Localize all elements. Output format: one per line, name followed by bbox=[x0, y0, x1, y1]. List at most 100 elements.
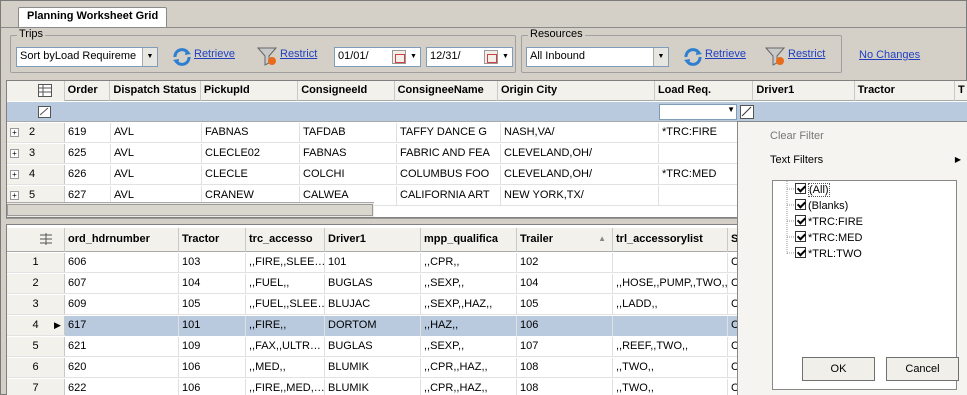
cell-order[interactable]: 625 bbox=[65, 144, 111, 164]
trip-grid-filter-row[interactable]: ▼ bbox=[7, 102, 967, 122]
checkbox-checked[interactable] bbox=[795, 215, 806, 226]
expand-icon[interactable]: + bbox=[10, 128, 19, 137]
chevron-down-icon[interactable]: ▼ bbox=[407, 48, 420, 66]
col-header-trl-accessorylist[interactable]: trl_accessorylist bbox=[613, 228, 728, 252]
cell-trl-accessorylist[interactable]: ,,TWO,, bbox=[613, 379, 728, 395]
cell-trl-accessorylist[interactable]: ,,REEF,,TWO,, bbox=[613, 337, 728, 357]
col-header-t[interactable]: T bbox=[955, 81, 967, 101]
cell-trailer[interactable]: 102 bbox=[517, 253, 613, 273]
expand-icon[interactable]: + bbox=[10, 191, 19, 200]
calendar-icon[interactable] bbox=[484, 50, 498, 64]
clear-filter-icon[interactable] bbox=[38, 106, 51, 118]
menu-item-clear-filter[interactable]: Clear Filter bbox=[738, 125, 967, 149]
trips-retrieve-link[interactable]: Retrieve bbox=[194, 48, 235, 60]
cell-ord-hdrnumber[interactable]: 622 bbox=[65, 379, 179, 395]
cell-consigneename[interactable]: FABRIC AND FEA bbox=[397, 144, 501, 164]
refresh-icon[interactable] bbox=[171, 46, 193, 68]
chevron-down-icon[interactable]: ▼ bbox=[499, 48, 512, 66]
cell-consigneename[interactable]: COLUMBUS FOO bbox=[397, 165, 501, 185]
cell-trl-accessorylist[interactable]: ,,TWO,, bbox=[613, 358, 728, 378]
cell-driver1[interactable]: BUGLAS bbox=[325, 274, 421, 294]
cell-trailer[interactable]: 108 bbox=[517, 358, 613, 378]
cell-mpp-qualifica[interactable]: ,,CPR,,HAZ,, bbox=[421, 379, 517, 395]
chevron-down-icon[interactable]: ▼ bbox=[653, 48, 668, 66]
cell-driver1[interactable]: DORTOM bbox=[325, 316, 421, 336]
filter-operator-icon[interactable] bbox=[740, 105, 754, 119]
table-row[interactable]: + 3 625 AVL CLECLE02 FABNAS FABRIC AND F… bbox=[7, 144, 758, 164]
cell-trl-accessorylist[interactable] bbox=[613, 316, 728, 336]
cell-pickupid[interactable]: CLECLE bbox=[202, 165, 300, 185]
col-header-order[interactable]: Order bbox=[65, 81, 111, 101]
cell-origin-city[interactable]: CLEVELAND,OH/ bbox=[501, 144, 659, 164]
column-chooser-button[interactable] bbox=[7, 81, 65, 101]
checkbox-checked[interactable] bbox=[795, 247, 806, 258]
table-row[interactable]: 1 606 103 ,,FIRE,,SLEE… 101 ,,CPR,, 102 … bbox=[7, 253, 742, 273]
cell-tractor[interactable]: 109 bbox=[179, 337, 246, 357]
cell-mpp-qualifica[interactable]: ,,CPR,,HAZ,, bbox=[421, 358, 517, 378]
cell-consigneeid[interactable]: FABNAS bbox=[300, 144, 397, 164]
funnel-icon[interactable] bbox=[764, 45, 786, 67]
filter-item-trc-med[interactable]: *TRC:MED bbox=[795, 231, 862, 247]
filter-item-trl-two[interactable]: *TRL:TWO bbox=[795, 247, 862, 263]
row-header[interactable]: 3 bbox=[7, 295, 65, 314]
cell-ord-hdrnumber[interactable]: 621 bbox=[65, 337, 179, 357]
cell-trailer[interactable]: 104 bbox=[517, 274, 613, 294]
table-row[interactable]: 7 622 106 ,,FIRE,,MED,… BLUMIK ,,CPR,,HA… bbox=[7, 379, 742, 395]
row-header[interactable]: + 3 bbox=[7, 144, 65, 163]
col-header-pickupid[interactable]: PickupId bbox=[201, 81, 299, 101]
cell-trl-accessorylist[interactable]: ,,LADD,, bbox=[613, 295, 728, 315]
filter-item-blanks[interactable]: (Blanks) bbox=[795, 199, 848, 215]
cell-ord-hdrnumber[interactable]: 609 bbox=[65, 295, 179, 315]
cell-tractor[interactable]: 106 bbox=[179, 358, 246, 378]
cell-trl-accessorylist[interactable]: ,,HOSE,,PUMP,,TWO,, bbox=[613, 274, 728, 294]
cell-driver1[interactable]: BLUMIK bbox=[325, 358, 421, 378]
funnel-icon[interactable] bbox=[256, 45, 278, 67]
table-row-selected[interactable]: 4 ▶ 617 101 ,,FIRE,, DORTOM ,,HAZ,, 106 … bbox=[7, 316, 742, 336]
col-header-consigneename[interactable]: ConsigneeName bbox=[395, 81, 498, 101]
checkbox-checked[interactable] bbox=[795, 199, 806, 210]
resources-retrieve-link[interactable]: Retrieve bbox=[705, 48, 746, 60]
cell-order[interactable]: 626 bbox=[65, 165, 111, 185]
row-header[interactable]: + 2 bbox=[7, 123, 65, 142]
col-header-load-req[interactable]: Load Req. bbox=[655, 81, 754, 101]
cell-driver1[interactable]: BLUMIK bbox=[325, 379, 421, 395]
cell-trailer[interactable]: 108 bbox=[517, 379, 613, 395]
expand-icon[interactable]: + bbox=[10, 149, 19, 158]
cell-trailer[interactable]: 105 bbox=[517, 295, 613, 315]
filter-item-trc-fire[interactable]: *TRC:FIRE bbox=[795, 215, 863, 231]
trips-date-from[interactable]: 01/01/ ▼ bbox=[334, 47, 421, 67]
cell-tractor[interactable]: 101 bbox=[179, 316, 246, 336]
trips-date-to[interactable]: 12/31/ ▼ bbox=[426, 47, 513, 67]
cell-consigneename[interactable]: TAFFY DANCE G bbox=[397, 123, 501, 143]
cell-order[interactable]: 619 bbox=[65, 123, 111, 143]
checkbox-checked[interactable] bbox=[795, 231, 806, 242]
table-row[interactable]: 6 620 106 ,,MED,, BLUMIK ,,CPR,,HAZ,, 10… bbox=[7, 358, 742, 378]
resources-restrict-link[interactable]: Restrict bbox=[788, 48, 825, 60]
cell-trc-accesso[interactable]: ,,FIRE,,MED,… bbox=[246, 379, 325, 395]
cancel-button[interactable]: Cancel bbox=[886, 357, 959, 381]
load-req-filter-input[interactable]: ▼ bbox=[659, 104, 737, 120]
col-header-tractor[interactable]: Tractor bbox=[855, 81, 956, 101]
cell-consigneename[interactable]: CALIFORNIA ART bbox=[397, 186, 501, 206]
cell-driver1[interactable]: 101 bbox=[325, 253, 421, 273]
menu-item-text-filters[interactable]: Text Filters ▶ bbox=[738, 149, 967, 173]
tab-planning-worksheet-grid[interactable]: Planning Worksheet Grid bbox=[18, 7, 168, 28]
cell-mpp-qualifica[interactable]: ,,SEXP,,HAZ,, bbox=[421, 295, 517, 315]
row-header[interactable]: 2 bbox=[7, 274, 65, 293]
cell-pickupid[interactable]: FABNAS bbox=[202, 123, 300, 143]
cell-consigneeid[interactable]: TAFDAB bbox=[300, 123, 397, 143]
cell-trc-accesso[interactable]: ,,FIRE,,SLEE… bbox=[246, 253, 325, 273]
col-header-trc-accesso[interactable]: trc_accesso bbox=[246, 228, 325, 252]
row-header[interactable]: 6 bbox=[7, 358, 65, 377]
cell-tractor[interactable]: 105 bbox=[179, 295, 246, 315]
grid-settings-icon[interactable] bbox=[38, 84, 52, 97]
table-row[interactable]: + 4 626 AVL CLECLE COLCHI COLUMBUS FOO C… bbox=[7, 165, 758, 185]
cell-trc-accesso[interactable]: ,,FUEL,,SLEE… bbox=[246, 295, 325, 315]
chevron-down-icon[interactable]: ▼ bbox=[727, 105, 735, 114]
cell-consigneeid[interactable]: COLCHI bbox=[300, 165, 397, 185]
cell-tractor[interactable]: 106 bbox=[179, 379, 246, 395]
trip-grid-hscrollbar[interactable] bbox=[7, 202, 374, 217]
checkbox-checked[interactable] bbox=[795, 183, 806, 194]
cell-pickupid[interactable]: CLECLE02 bbox=[202, 144, 300, 164]
cell-trl-accessorylist[interactable] bbox=[613, 253, 728, 273]
